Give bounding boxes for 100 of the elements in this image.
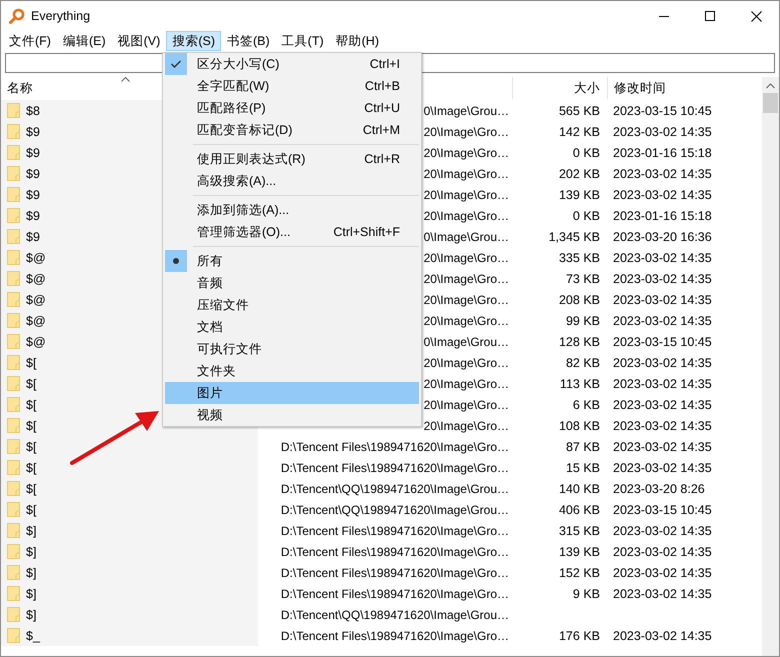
file-path: 0\Image\Grou…	[424, 230, 509, 244]
menu-item[interactable]: 视图(V)	[112, 31, 166, 51]
file-size: 87 KB	[566, 440, 600, 454]
file-size: 202 KB	[558, 166, 600, 180]
folder-icon	[7, 607, 20, 622]
menu-item[interactable]: 编辑(E)	[56, 31, 112, 51]
file-path: 20\Image\Gro…	[424, 208, 509, 222]
file-name: $[	[26, 376, 36, 390]
file-path: 20\Image\Gro…	[424, 376, 509, 390]
folder-icon	[7, 628, 20, 643]
file-path: D:\Tencent Files\1989471620\Image\Gro…	[280, 566, 509, 580]
menu-item[interactable]: 搜索(S)	[166, 31, 221, 51]
file-name: $@	[26, 292, 46, 306]
file-size: 15 KB	[566, 460, 600, 474]
file-size: 139 KB	[558, 188, 600, 202]
file-name: $]	[26, 566, 36, 580]
file-path: 20\Image\Gro…	[424, 188, 509, 202]
file-size: 113 KB	[560, 376, 600, 390]
scroll-up-icon[interactable]	[766, 83, 775, 89]
file-size: 0 KB	[572, 208, 600, 222]
folder-icon	[7, 397, 20, 412]
column-header[interactable]: 名称	[7, 80, 33, 96]
file-path: 20\Image\Gro…	[424, 292, 509, 306]
modified-time: 2023-03-02 14:35	[613, 586, 712, 600]
file-path: D:\Tencent Files\1989471620\Image\Gro…	[280, 524, 509, 538]
modified-time: 2023-03-02 14:35	[613, 292, 712, 306]
menu-option[interactable]: 高级搜索(A)...	[165, 170, 419, 192]
file-size: 6 KB	[572, 398, 600, 412]
file-size: 1,345 KB	[548, 230, 600, 244]
column-header[interactable]: 修改时间	[614, 80, 666, 96]
file-name: $9	[26, 208, 40, 222]
file-name: $[	[26, 502, 36, 516]
folder-icon	[7, 544, 20, 559]
modified-time: 2023-03-02 14:35	[613, 418, 712, 432]
scrollbar[interactable]	[762, 77, 779, 656]
file-name: $]	[26, 608, 36, 622]
menu-option[interactable]: 所有	[165, 250, 419, 272]
menu-option[interactable]: 区分大小写(C) Ctrl+I	[165, 53, 419, 75]
file-name: $]	[26, 544, 36, 558]
file-path: 20\Image\Gro…	[424, 314, 509, 328]
folder-icon	[7, 145, 20, 160]
folder-icon	[7, 523, 20, 538]
folder-icon	[7, 229, 20, 244]
modified-time: 2023-03-02 14:35	[613, 188, 712, 202]
file-name: $[	[26, 398, 36, 412]
file-size: 73 KB	[566, 272, 600, 286]
scrollbar-thumb[interactable]	[763, 93, 778, 113]
modified-time: 2023-03-02 14:35	[613, 628, 712, 642]
modified-time: 2023-03-02 14:35	[613, 314, 712, 328]
menu-option[interactable]: 全字匹配(W) Ctrl+B	[165, 75, 419, 97]
folder-icon	[7, 124, 20, 139]
file-name: $[	[26, 482, 36, 496]
file-name: $_	[26, 628, 40, 642]
menu-option[interactable]: 匹配路径(P) Ctrl+U	[165, 97, 419, 119]
menu-option[interactable]: 文件夹	[165, 360, 419, 382]
folder-icon	[7, 355, 20, 370]
menu-item[interactable]: 工具(T)	[276, 31, 330, 51]
menu-option[interactable]: 管理筛选器(O)... Ctrl+Shift+F	[165, 221, 419, 243]
folder-icon	[7, 418, 20, 433]
menu-option[interactable]: 使用正则表达式(R) Ctrl+R	[165, 148, 419, 170]
menu-option[interactable]: 图片	[165, 382, 419, 404]
file-size: 9 KB	[572, 586, 600, 600]
file-path: 20\Image\Gro…	[424, 356, 509, 370]
close-icon	[750, 10, 762, 22]
file-name: $@	[26, 272, 46, 286]
modified-time: 2023-03-02 14:35	[613, 166, 712, 180]
file-path: D:\Tencent Files\1989471620\Image\Gro…	[280, 628, 509, 642]
menu-option[interactable]: 匹配变音标记(D) Ctrl+M	[165, 119, 419, 141]
menu-option[interactable]: 压缩文件	[165, 294, 419, 316]
menu-option[interactable]: 添加到筛选(A)...	[165, 199, 419, 221]
file-size: 335 KB	[558, 250, 600, 264]
menu-option[interactable]: 视频	[165, 404, 419, 426]
file-path: 20\Image\Gro…	[424, 166, 509, 180]
file-path: D:\Tencent\QQ\1989471620\Image\Grou…	[280, 482, 509, 496]
file-name: $[	[26, 460, 36, 474]
menu-option[interactable]: 音频	[165, 272, 419, 294]
file-size: 108 KB	[558, 418, 600, 432]
menu-item[interactable]: 书签(B)	[220, 31, 276, 51]
file-size: 565 KB	[558, 104, 600, 118]
menu-item[interactable]: 帮助(H)	[330, 31, 385, 51]
menu-option[interactable]: 文档	[165, 316, 419, 338]
column-header[interactable]: 大小	[574, 80, 600, 96]
file-name: $[	[26, 356, 36, 370]
file-path: 0\Image\Grou…	[424, 104, 509, 118]
file-name: $@	[26, 250, 46, 264]
folder-icon	[7, 565, 20, 580]
modified-time: 2023-03-02 14:35	[613, 398, 712, 412]
modified-time: 2023-03-02 14:35	[613, 250, 712, 264]
folder-icon	[7, 292, 20, 307]
menu-item[interactable]: 文件(F)	[3, 31, 57, 51]
folder-icon	[7, 208, 20, 223]
file-size: 406 KB	[558, 502, 600, 516]
modified-time: 2023-03-20 8:26	[613, 482, 705, 496]
file-size: 99 KB	[566, 314, 600, 328]
file-path: 20\Image\Gro…	[424, 272, 509, 286]
file-size: 82 KB	[566, 356, 600, 370]
folder-icon	[7, 166, 20, 181]
modified-time: 2023-03-02 14:35	[613, 356, 712, 370]
menu-option[interactable]: 可执行文件	[165, 338, 419, 360]
maximize-icon	[704, 10, 716, 22]
